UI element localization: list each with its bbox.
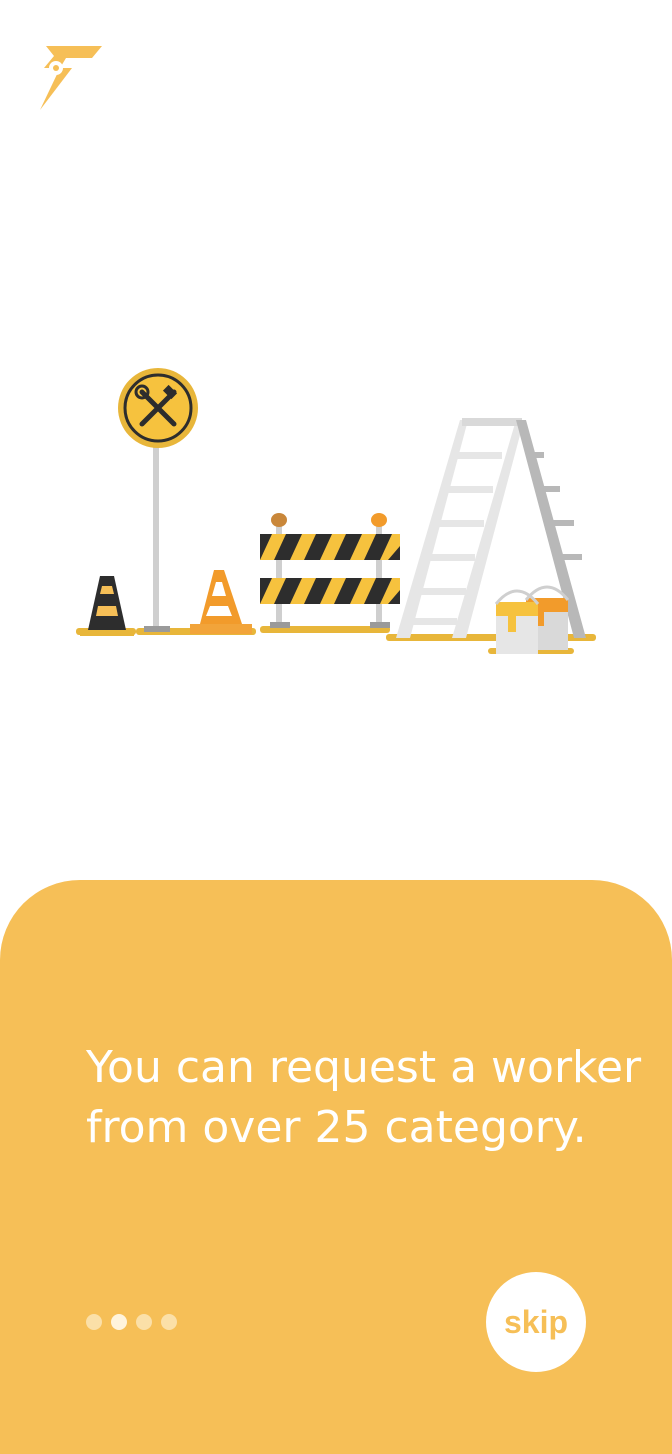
onboarding-panel: You can request a worker from over 25 ca… <box>0 880 672 1454</box>
page-dot-4[interactable] <box>161 1314 177 1330</box>
road-barrier <box>260 513 400 628</box>
traffic-cone-black <box>80 576 134 636</box>
headline-line-1: You can request a worker <box>86 1042 642 1093</box>
onboarding-illustration <box>70 360 610 670</box>
lightning-wrench-logo-icon <box>40 46 102 110</box>
traffic-cone-orange <box>190 570 252 634</box>
page-dot-1[interactable] <box>86 1314 102 1330</box>
tool-sign <box>118 368 198 632</box>
onboarding-headline: You can request a worker from over 25 ca… <box>86 1038 646 1158</box>
page-dot-3[interactable] <box>136 1314 152 1330</box>
page-dot-2[interactable] <box>111 1314 127 1330</box>
page-indicator <box>86 1314 177 1330</box>
headline-line-2: from over 25 category. <box>86 1102 587 1153</box>
paint-buckets <box>494 585 570 654</box>
app-logo <box>36 46 106 112</box>
skip-button[interactable]: skip <box>486 1272 586 1372</box>
